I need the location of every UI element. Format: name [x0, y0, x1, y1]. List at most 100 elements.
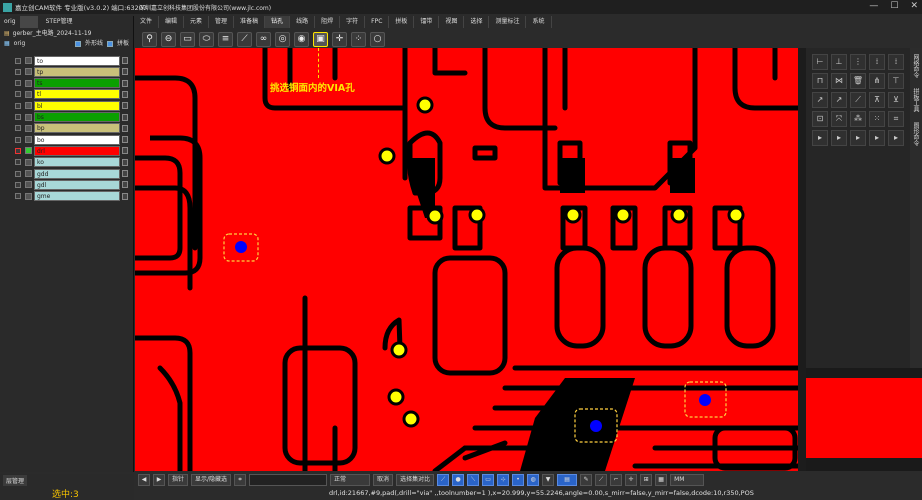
layer-end-icon[interactable] — [122, 192, 128, 200]
layer-name[interactable]: gme — [34, 191, 120, 202]
layer-row[interactable]: tl — [0, 89, 134, 100]
layer-row[interactable]: drl — [0, 145, 134, 156]
layer-end-icon[interactable] — [122, 170, 128, 177]
layer-visibility-icon[interactable] — [25, 79, 32, 87]
cmd-trace-icon[interactable]: ⟋ — [850, 92, 866, 108]
cmd-flip-icon[interactable]: ⊤ — [888, 73, 904, 89]
globe-icon[interactable]: ◍ — [527, 473, 540, 486]
layer-checkbox[interactable] — [15, 193, 21, 200]
layer-checkbox[interactable] — [15, 68, 21, 75]
layer-visibility-icon[interactable] — [25, 102, 32, 110]
layer-name[interactable]: bo — [34, 134, 120, 145]
layer-visibility-icon[interactable] — [25, 124, 32, 132]
cmd-play4-icon[interactable]: ▸ — [869, 130, 885, 146]
line-icon[interactable]: ⟋ — [437, 473, 450, 486]
frame-icon[interactable]: ⌗ — [234, 473, 247, 486]
cross-icon[interactable]: ✛ — [625, 473, 638, 486]
via-in-copper-icon[interactable]: ▣ — [313, 31, 328, 47]
crosshair-icon[interactable]: ✛ — [332, 31, 347, 47]
circle-icon[interactable]: ● — [452, 473, 465, 486]
tab-step-manager[interactable]: STEP管理 — [42, 16, 77, 28]
layer-visibility-icon[interactable] — [25, 113, 32, 121]
grid2-icon[interactable]: ▦ — [655, 473, 668, 486]
layer-end-icon[interactable] — [122, 124, 128, 132]
tab-panel-tools[interactable]: 拼板工具 — [912, 88, 920, 112]
layer-checkbox[interactable] — [15, 125, 21, 132]
measure-icon[interactable]: ⟋ — [237, 31, 252, 47]
pen-icon[interactable]: ✎ — [580, 473, 593, 486]
prev-icon[interactable]: ◀ — [138, 473, 150, 486]
layer-row[interactable]: ko — [0, 157, 134, 168]
layer-end-icon[interactable] — [122, 147, 128, 155]
cmd-pads-icon[interactable]: ⊓ — [812, 73, 828, 89]
layer-visibility-icon[interactable] — [25, 158, 32, 166]
grid-icon[interactable]: ⁘ — [351, 31, 366, 47]
cmd-frame-icon[interactable]: ⌗ — [888, 111, 904, 127]
layer-visibility-icon[interactable] — [25, 147, 32, 155]
rect-icon[interactable]: ▭ — [482, 473, 495, 486]
layer-name[interactable]: tp — [34, 66, 120, 77]
layer-toggle-icon[interactable]: ▤ — [557, 473, 578, 486]
menu-select[interactable]: 选择 — [464, 16, 490, 28]
menu-panel[interactable]: 拼板 — [389, 16, 415, 28]
layer-row[interactable]: tp — [0, 66, 134, 77]
cancel-button[interactable]: 取消 — [373, 473, 394, 486]
cmd-spread-icon[interactable]: ⋔ — [869, 73, 885, 89]
show-select-button[interactable]: 显示/隐藏选 — [191, 473, 232, 486]
layer-row[interactable]: bl — [0, 100, 134, 111]
layer-end-icon[interactable] — [122, 181, 128, 189]
tab-blank[interactable] — [19, 16, 38, 28]
layer-row[interactable]: bo — [0, 134, 134, 145]
compare-button[interactable]: 选择集对比 — [396, 473, 435, 486]
cmd-array2-icon[interactable]: ⁙ — [869, 111, 885, 127]
dot-icon[interactable]: • — [512, 473, 525, 486]
cmd-play5-icon[interactable]: ▸ — [888, 130, 904, 146]
grid-toggle-icon[interactable]: ⊞ — [640, 473, 653, 486]
layer-checkbox[interactable] — [15, 91, 21, 98]
menu-manage[interactable]: 管理 — [209, 16, 235, 28]
layer-end-icon[interactable] — [122, 102, 128, 110]
tab-orig[interactable]: orig — [0, 16, 20, 28]
via-pair-icon[interactable]: ∞ — [256, 31, 271, 47]
search-icon[interactable]: ○ — [370, 31, 385, 47]
layer-checkbox[interactable] — [15, 159, 21, 166]
ruler-icon[interactable]: ⟋ — [595, 473, 608, 486]
layer-end-icon[interactable] — [122, 57, 128, 64]
diagonal-icon[interactable]: ⟍ — [467, 473, 480, 486]
cmd-route2-icon[interactable]: ↗ — [831, 92, 847, 108]
layer-checkbox[interactable] — [15, 181, 21, 188]
unit-select[interactable]: MM — [670, 473, 705, 486]
layer-visibility-icon[interactable] — [25, 170, 32, 177]
cmd-delete-icon[interactable]: 🗑 — [850, 73, 866, 89]
menu-soldermask[interactable]: 阻焊 — [315, 16, 341, 28]
menu-laser[interactable]: 镭带 — [414, 16, 440, 28]
cmd-dimension-icon[interactable]: ⊢ — [812, 54, 828, 70]
maximize-button[interactable]: ☐ — [890, 1, 898, 11]
mode-select[interactable]: 指针 — [168, 473, 189, 486]
layer-name[interactable]: to — [34, 55, 120, 66]
layer-checkbox[interactable] — [15, 102, 21, 109]
layer-checkbox[interactable] — [15, 80, 21, 87]
menu-drill[interactable]: 钻孔 — [265, 16, 291, 28]
cmd-fit-icon[interactable]: ⊡ — [812, 111, 828, 127]
layer-visibility-icon[interactable] — [25, 68, 32, 76]
menu-view[interactable]: 视图 — [439, 16, 465, 28]
minimize-button[interactable]: — — [869, 1, 878, 11]
cmd-dots2-icon[interactable]: ⁞ — [888, 54, 904, 70]
layer-name[interactable]: gdl — [34, 179, 120, 190]
cmd-expand-icon[interactable]: ⤧ — [831, 111, 847, 127]
tab-net-commands[interactable]: 网络命令 — [912, 54, 920, 78]
job-item[interactable]: ▤ gerber_主电路_2024-11-19 — [0, 28, 133, 39]
select-icon[interactable]: ⊹ — [497, 473, 510, 486]
layer-visibility-icon[interactable] — [25, 192, 32, 200]
snap-icon[interactable]: ⌐ — [610, 473, 623, 486]
menu-system[interactable]: 系统 — [526, 16, 552, 28]
command-input[interactable] — [249, 473, 328, 486]
pcb-canvas[interactable] — [135, 48, 798, 471]
slot-icon[interactable]: ⊖ — [161, 31, 176, 47]
layer-visibility-icon[interactable] — [25, 57, 32, 64]
cmd-array-icon[interactable]: ⁂ — [850, 111, 866, 127]
layer-checkbox[interactable] — [15, 147, 21, 154]
menu-measure[interactable]: 测量标注 — [489, 16, 527, 28]
layer-visibility-icon[interactable] — [25, 90, 32, 98]
